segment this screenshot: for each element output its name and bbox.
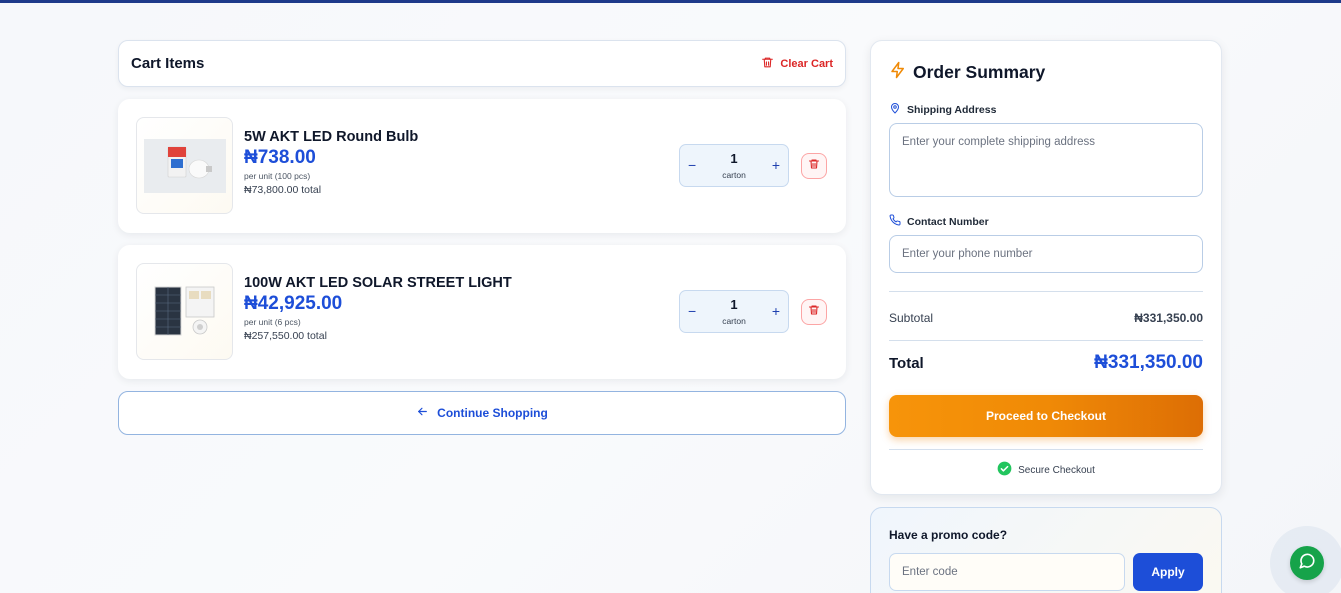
item-price: ₦42,925.00 — [244, 293, 343, 314]
quantity-stepper: − 1 carton + — [679, 144, 789, 187]
divider — [889, 291, 1203, 292]
divider — [889, 340, 1203, 341]
trash-icon — [808, 303, 820, 321]
phone-icon — [889, 214, 901, 229]
clear-cart-button[interactable]: Clear Cart — [761, 56, 833, 72]
proceed-to-checkout-button[interactable]: Proceed to Checkout — [889, 395, 1203, 437]
item-total: ₦73,800.00 total — [244, 184, 322, 196]
plus-icon[interactable]: + — [772, 157, 780, 173]
promo-code-input[interactable] — [889, 553, 1125, 591]
cart-header: Cart Items Clear Cart — [118, 40, 846, 87]
promo-title: Have a promo code? — [889, 528, 1008, 542]
shipping-address-label-text: Shipping Address — [907, 103, 997, 116]
secure-checkout-note: Secure Checkout — [871, 461, 1221, 479]
item-price: ₦738.00 — [244, 147, 316, 168]
item-total: ₦257,550.00 total — [244, 330, 327, 342]
subtotal-value: ₦331,350.00 — [1134, 311, 1203, 325]
contact-number-label-text: Contact Number — [907, 215, 989, 228]
trash-icon — [808, 157, 820, 175]
contact-number-label: Contact Number — [889, 214, 989, 229]
order-summary-card: Order Summary Shipping Address Contact N… — [870, 40, 1222, 495]
total-value: ₦331,350.00 — [1094, 352, 1203, 373]
continue-shopping-label: Continue Shopping — [437, 406, 548, 420]
item-info: 5W AKT LED Round Bulb ₦738.00 per unit (… — [244, 129, 418, 196]
total-row: Total ₦331,350.00 — [889, 352, 1203, 374]
contact-number-input[interactable] — [889, 235, 1203, 273]
check-circle-icon — [997, 461, 1012, 479]
subtotal-row: Subtotal ₦331,350.00 — [889, 311, 1203, 325]
item-info: 100W AKT LED SOLAR STREET LIGHT ₦42,925.… — [244, 275, 512, 342]
top-accent-bar — [0, 0, 1341, 3]
promo-code-card: Have a promo code? Apply — [870, 507, 1222, 593]
cart-item: 5W AKT LED Round Bulb ₦738.00 per unit (… — [118, 99, 846, 233]
quantity-stepper: − 1 carton + — [679, 290, 789, 333]
remove-item-button[interactable] — [801, 153, 827, 179]
arrow-left-icon — [416, 405, 429, 421]
chat-bubble-icon — [1298, 552, 1316, 575]
trash-icon — [761, 56, 774, 72]
apply-promo-button[interactable]: Apply — [1133, 553, 1203, 591]
cart-item: 100W AKT LED SOLAR STREET LIGHT ₦42,925.… — [118, 245, 846, 379]
order-summary-title: Order Summary — [889, 61, 1045, 84]
remove-item-button[interactable] — [801, 299, 827, 325]
item-name: 5W AKT LED Round Bulb — [244, 129, 419, 145]
subtotal-label: Subtotal — [889, 311, 934, 325]
map-pin-icon — [889, 102, 901, 117]
shipping-address-input[interactable] — [889, 123, 1203, 197]
product-image-bulb[interactable] — [136, 117, 233, 214]
item-name: 100W AKT LED SOLAR STREET LIGHT — [244, 275, 512, 291]
cart-title: Cart Items — [131, 55, 205, 72]
product-image-street-light[interactable] — [136, 263, 233, 360]
clear-cart-label: Clear Cart — [780, 57, 833, 70]
plus-icon[interactable]: + — [772, 303, 780, 319]
continue-shopping-button[interactable]: Continue Shopping — [118, 391, 846, 435]
chat-button[interactable] — [1290, 546, 1324, 580]
secure-checkout-label: Secure Checkout — [1018, 464, 1095, 476]
shipping-address-label: Shipping Address — [889, 102, 996, 117]
item-unit-note: per unit (6 pcs) — [244, 317, 301, 327]
lightning-icon — [889, 61, 907, 84]
total-label: Total — [889, 354, 924, 372]
order-summary-title-text: Order Summary — [913, 62, 1046, 82]
item-unit-note: per unit (100 pcs) — [244, 171, 311, 181]
divider — [889, 449, 1203, 450]
